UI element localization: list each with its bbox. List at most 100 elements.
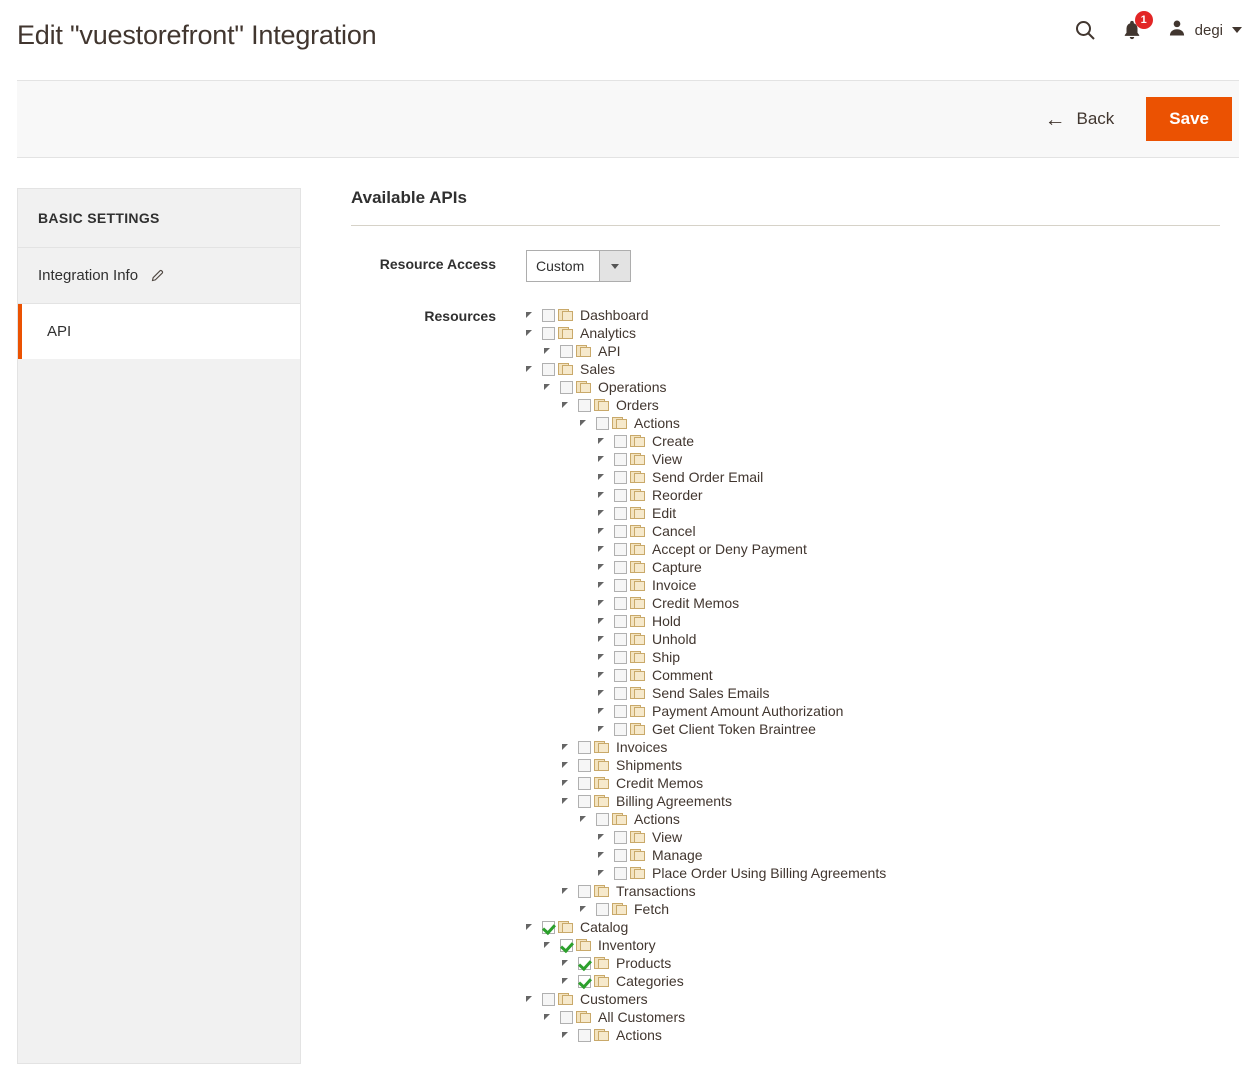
tree-collapse-arrow-icon[interactable] (562, 744, 578, 750)
tree-node[interactable]: Customers (526, 990, 886, 1008)
tree-node-checkbox[interactable] (614, 488, 627, 502)
tree-node-checkbox[interactable] (578, 758, 591, 772)
tree-node[interactable]: Place Order Using Billing Agreements (526, 864, 886, 882)
tree-node-checkbox[interactable] (578, 956, 591, 970)
tree-node[interactable]: Operations (526, 378, 886, 396)
tree-node[interactable]: Actions (526, 810, 886, 828)
tree-node-checkbox[interactable] (614, 704, 627, 718)
tree-node[interactable]: Catalog (526, 918, 886, 936)
search-icon[interactable] (1073, 18, 1097, 42)
notifications-bell-icon[interactable]: 1 (1121, 11, 1153, 41)
tree-node-checkbox[interactable] (614, 722, 627, 736)
tree-collapse-arrow-icon[interactable] (598, 726, 614, 732)
tree-collapse-arrow-icon[interactable] (598, 582, 614, 588)
tree-node[interactable]: Analytics (526, 324, 886, 342)
save-button[interactable]: Save (1146, 97, 1232, 141)
tree-collapse-arrow-icon[interactable] (598, 438, 614, 444)
tree-node-checkbox[interactable] (560, 938, 573, 952)
tree-node-checkbox[interactable] (542, 362, 555, 376)
tree-node-checkbox[interactable] (578, 974, 591, 988)
tree-node[interactable]: Send Order Email (526, 468, 886, 486)
tree-node[interactable]: All Customers (526, 1008, 886, 1026)
tree-collapse-arrow-icon[interactable] (598, 564, 614, 570)
tree-node-checkbox[interactable] (614, 686, 627, 700)
tree-collapse-arrow-icon[interactable] (562, 780, 578, 786)
tree-collapse-arrow-icon[interactable] (562, 798, 578, 804)
tree-node[interactable]: Fetch (526, 900, 886, 918)
tree-node-checkbox[interactable] (614, 452, 627, 466)
tree-collapse-arrow-icon[interactable] (526, 924, 542, 930)
tree-collapse-arrow-icon[interactable] (598, 600, 614, 606)
tree-node-checkbox[interactable] (596, 902, 609, 916)
chevron-down-icon[interactable] (599, 251, 630, 281)
tree-node[interactable]: Invoice (526, 576, 886, 594)
tree-node[interactable]: Actions (526, 1026, 886, 1044)
tree-node-checkbox[interactable] (614, 848, 627, 862)
tree-node-checkbox[interactable] (614, 470, 627, 484)
tree-collapse-arrow-icon[interactable] (598, 870, 614, 876)
tree-collapse-arrow-icon[interactable] (598, 474, 614, 480)
tree-node[interactable]: Categories (526, 972, 886, 990)
tree-node-checkbox[interactable] (614, 866, 627, 880)
tree-node-checkbox[interactable] (578, 776, 591, 790)
tree-node[interactable]: View (526, 828, 886, 846)
tree-node-checkbox[interactable] (560, 344, 573, 358)
tree-collapse-arrow-icon[interactable] (562, 888, 578, 894)
tree-node[interactable]: Sales (526, 360, 886, 378)
tree-node[interactable]: Accept or Deny Payment (526, 540, 886, 558)
tree-node[interactable]: Dashboard (526, 306, 886, 324)
tree-collapse-arrow-icon[interactable] (598, 510, 614, 516)
tree-collapse-arrow-icon[interactable] (544, 348, 560, 354)
tree-node-checkbox[interactable] (614, 434, 627, 448)
tree-node-checkbox[interactable] (578, 794, 591, 808)
tree-node[interactable]: Manage (526, 846, 886, 864)
tree-node-checkbox[interactable] (542, 992, 555, 1006)
tree-node[interactable]: Transactions (526, 882, 886, 900)
tree-node-checkbox[interactable] (614, 596, 627, 610)
tree-collapse-arrow-icon[interactable] (526, 996, 542, 1002)
tree-node[interactable]: Unhold (526, 630, 886, 648)
tree-collapse-arrow-icon[interactable] (562, 402, 578, 408)
tree-node[interactable]: View (526, 450, 886, 468)
tree-node[interactable]: Ship (526, 648, 886, 666)
tree-node-checkbox[interactable] (560, 1010, 573, 1024)
tree-node[interactable]: Cancel (526, 522, 886, 540)
tree-node-checkbox[interactable] (542, 308, 555, 322)
tree-collapse-arrow-icon[interactable] (544, 942, 560, 948)
tree-collapse-arrow-icon[interactable] (526, 330, 542, 336)
pencil-icon[interactable] (150, 268, 165, 283)
tree-node[interactable]: Comment (526, 666, 886, 684)
tree-node[interactable]: Reorder (526, 486, 886, 504)
tree-node[interactable]: Billing Agreements (526, 792, 886, 810)
tree-collapse-arrow-icon[interactable] (598, 852, 614, 858)
tree-collapse-arrow-icon[interactable] (598, 672, 614, 678)
tree-collapse-arrow-icon[interactable] (598, 546, 614, 552)
tree-node-checkbox[interactable] (578, 398, 591, 412)
tree-collapse-arrow-icon[interactable] (598, 834, 614, 840)
tree-collapse-arrow-icon[interactable] (562, 960, 578, 966)
tree-node[interactable]: Send Sales Emails (526, 684, 886, 702)
tree-node[interactable]: Capture (526, 558, 886, 576)
tree-collapse-arrow-icon[interactable] (598, 690, 614, 696)
tree-collapse-arrow-icon[interactable] (544, 1014, 560, 1020)
tree-node[interactable]: Shipments (526, 756, 886, 774)
tree-collapse-arrow-icon[interactable] (562, 978, 578, 984)
tree-node[interactable]: Inventory (526, 936, 886, 954)
tree-node[interactable]: Invoices (526, 738, 886, 756)
sidebar-item-integration-info[interactable]: Integration Info (18, 248, 300, 304)
tree-node-checkbox[interactable] (614, 830, 627, 844)
tree-node-checkbox[interactable] (614, 668, 627, 682)
tree-collapse-arrow-icon[interactable] (526, 366, 542, 372)
tree-collapse-arrow-icon[interactable] (598, 708, 614, 714)
tree-collapse-arrow-icon[interactable] (544, 384, 560, 390)
tree-collapse-arrow-icon[interactable] (580, 906, 596, 912)
tree-node-checkbox[interactable] (596, 812, 609, 826)
tree-node-checkbox[interactable] (614, 524, 627, 538)
tree-collapse-arrow-icon[interactable] (580, 816, 596, 822)
tree-node[interactable]: API (526, 342, 886, 360)
tree-node[interactable]: Create (526, 432, 886, 450)
tree-collapse-arrow-icon[interactable] (580, 420, 596, 426)
tree-collapse-arrow-icon[interactable] (598, 636, 614, 642)
tree-collapse-arrow-icon[interactable] (562, 1032, 578, 1038)
tree-node-checkbox[interactable] (614, 614, 627, 628)
